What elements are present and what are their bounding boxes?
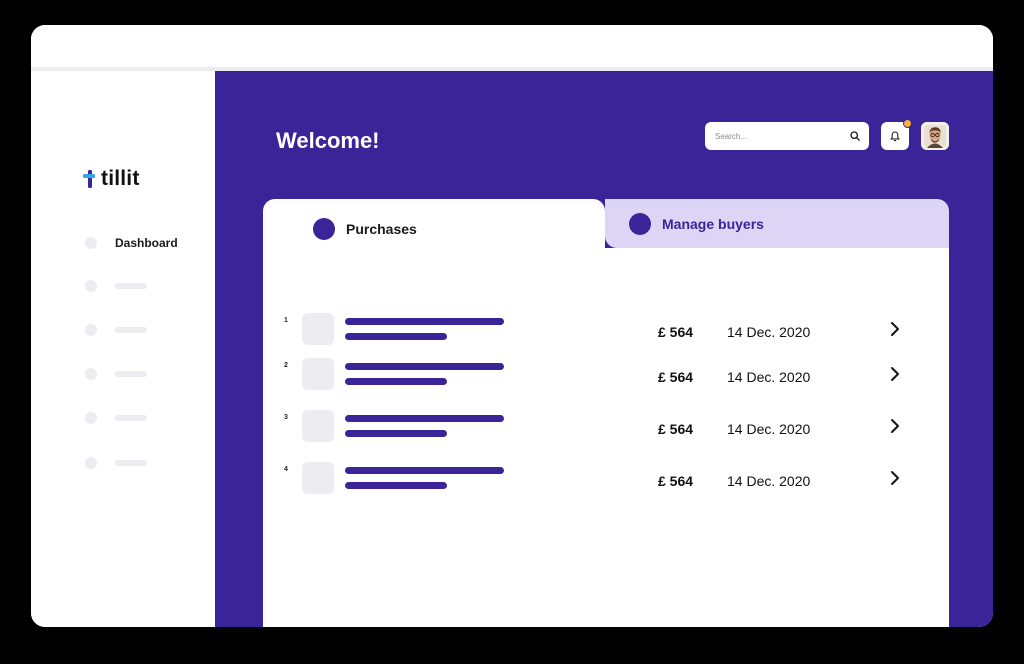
row-date: 14 Dec. 2020	[727, 421, 811, 437]
tab-purchases[interactable]: Purchases	[263, 199, 605, 259]
page-title: Welcome!	[276, 128, 380, 153]
sidebar-item-dashboard[interactable]: Dashboard	[85, 236, 178, 250]
row-thumbnail	[302, 358, 334, 390]
sidebar-item-placeholder-1[interactable]	[85, 280, 147, 292]
purchases-panel: Manage buyers 1 £ 564 14 Dec. 2020 2 £ 5…	[263, 199, 949, 627]
nav-placeholder-label	[115, 371, 147, 377]
row-subtitle-placeholder	[345, 378, 447, 385]
nav-placeholder-icon	[85, 280, 97, 292]
row-title-placeholder	[345, 415, 504, 422]
row-index: 4	[284, 466, 288, 473]
manage-buyers-icon	[629, 212, 651, 235]
brand-logo[interactable]: tillit	[83, 167, 140, 191]
row-thumbnail	[302, 462, 334, 494]
nav-placeholder-label	[115, 327, 147, 333]
tab-label: Manage buyers	[662, 215, 764, 232]
purchases-icon	[313, 218, 335, 240]
chevron-right-icon[interactable]	[889, 321, 901, 337]
row-subtitle-placeholder	[345, 333, 447, 340]
row-index: 2	[284, 362, 288, 369]
bell-icon	[890, 130, 900, 141]
row-thumbnail	[302, 313, 334, 345]
chevron-right-icon[interactable]	[889, 366, 901, 382]
purchase-row[interactable]: 1 £ 564 14 Dec. 2020	[263, 313, 949, 347]
notifications-button[interactable]	[881, 119, 912, 150]
purchase-row[interactable]: 2 £ 564 14 Dec. 2020	[263, 358, 949, 392]
sidebar-item-placeholder-4[interactable]	[85, 412, 147, 424]
app-window: tillit Dashboard Welcome! Search... Mana…	[31, 25, 993, 627]
row-date: 14 Dec. 2020	[727, 369, 811, 385]
search-input[interactable]	[715, 131, 849, 141]
row-amount: £ 564	[658, 473, 694, 489]
tab-manage-buyers[interactable]: Manage buyers	[605, 199, 949, 248]
user-avatar-icon	[921, 122, 949, 150]
row-date: 14 Dec. 2020	[727, 473, 811, 489]
notification-badge	[903, 119, 912, 128]
nav-placeholder-label	[115, 283, 147, 289]
nav-placeholder-icon	[85, 457, 97, 469]
sidebar-item-placeholder-5[interactable]	[85, 457, 147, 469]
sidebar: tillit Dashboard	[31, 71, 215, 627]
purchases-list: 1 £ 564 14 Dec. 2020 2 £ 564 1 4 Dec. 202…	[263, 248, 949, 627]
row-index: 1	[284, 317, 288, 324]
nav-placeholder-label	[115, 460, 147, 466]
sidebar-item-label: Dashboard	[115, 236, 178, 250]
nav-placeholder-icon	[85, 324, 97, 336]
avatar[interactable]	[921, 122, 949, 150]
sidebar-item-placeholder-2[interactable]	[85, 324, 147, 336]
search-icon[interactable]	[849, 130, 861, 142]
row-subtitle-placeholder	[345, 430, 447, 437]
row-amount: £ 564	[658, 369, 694, 385]
main-content: Welcome! Search... Manage buyers 1 £ 564…	[215, 71, 993, 627]
search-box[interactable]	[705, 122, 869, 150]
row-title-placeholder	[345, 318, 504, 325]
dashboard-icon	[85, 237, 97, 249]
purchase-row[interactable]: 3 £ 564 14 Dec. 2020	[263, 410, 949, 444]
row-amount: £ 564	[658, 324, 694, 340]
row-title-placeholder	[345, 363, 504, 370]
nav-placeholder-icon	[85, 412, 97, 424]
chevron-right-icon[interactable]	[889, 418, 901, 434]
nav-placeholder-label	[115, 415, 147, 421]
row-amount: £ 564	[658, 421, 694, 437]
row-index: 3	[284, 414, 288, 421]
row-date: 14 Dec. 2020	[727, 324, 811, 340]
row-title-placeholder	[345, 467, 504, 474]
tab-label: Purchases	[346, 221, 417, 237]
chevron-right-icon[interactable]	[889, 470, 901, 486]
purchase-row[interactable]: 4 £ 564 14 Dec. 2020	[263, 462, 949, 496]
nav-placeholder-icon	[85, 368, 97, 380]
brand-name: tillit	[101, 167, 140, 190]
row-subtitle-placeholder	[345, 482, 447, 489]
sidebar-item-placeholder-3[interactable]	[85, 368, 147, 380]
window-topbar	[31, 25, 993, 67]
row-thumbnail	[302, 410, 334, 442]
tillit-logo-icon	[83, 170, 95, 188]
